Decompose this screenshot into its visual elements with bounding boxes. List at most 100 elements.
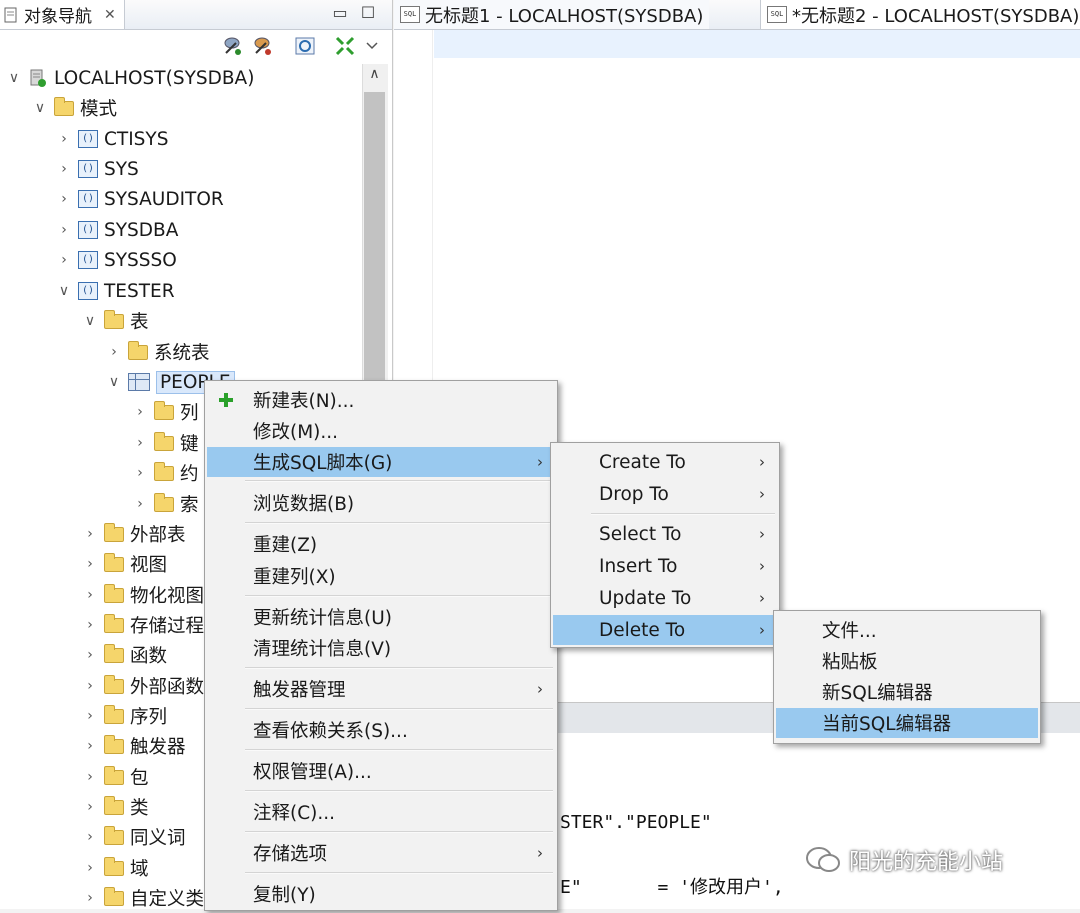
chevron-right-icon[interactable]: › bbox=[132, 404, 148, 420]
tree-node-keys[interactable]: › 键 bbox=[132, 428, 199, 458]
tree-node-folder[interactable]: › 触发器 bbox=[82, 731, 186, 761]
disconnect-icon[interactable] bbox=[252, 35, 274, 57]
refresh-icon[interactable] bbox=[294, 35, 316, 57]
connect-icon[interactable] bbox=[222, 35, 244, 57]
menu-item-update-to[interactable]: Update To › bbox=[553, 583, 777, 613]
chevron-right-icon[interactable]: › bbox=[82, 587, 98, 603]
tab-editor-2[interactable]: SQL *无标题2 - LOCALHOST(SYSDBA) bbox=[760, 0, 1080, 29]
menu-item-file[interactable]: 文件... bbox=[776, 615, 1038, 645]
tree-node-folder[interactable]: › 域 bbox=[82, 853, 149, 883]
tree-node-schemas[interactable]: ∨ 模式 bbox=[32, 93, 117, 123]
tree-node-schema-tester[interactable]: ∨ () TESTER bbox=[56, 276, 175, 306]
tree-node-folder[interactable]: › 序列 bbox=[82, 701, 167, 731]
maximize-icon[interactable]: ☐ bbox=[358, 3, 378, 23]
menu-item-storage-options[interactable]: 存储选项 › bbox=[207, 838, 555, 868]
view-menu-chevron-down-icon[interactable] bbox=[364, 35, 380, 57]
menu-item-permissions[interactable]: 权限管理(A)... bbox=[207, 756, 555, 786]
chevron-right-icon[interactable]: › bbox=[82, 769, 98, 785]
tree-node-schema[interactable]: › () SYSDBA bbox=[56, 215, 178, 245]
tree-node-folder[interactable]: › 视图 bbox=[82, 549, 167, 579]
collapse-all-icon[interactable] bbox=[334, 35, 356, 57]
menu-item-delete-to[interactable]: Delete To › bbox=[553, 615, 777, 645]
chevron-right-icon[interactable]: › bbox=[82, 890, 98, 906]
tree-node-folder[interactable]: › 物化视图 bbox=[82, 580, 204, 610]
chevron-right-icon[interactable]: › bbox=[82, 738, 98, 754]
chevron-right-icon[interactable]: › bbox=[132, 465, 148, 481]
menu-item-view-dependencies[interactable]: 查看依赖关系(S)... bbox=[207, 715, 555, 745]
menu-item-new-sql-editor[interactable]: 新SQL编辑器 bbox=[776, 677, 1038, 707]
tab-editor-1[interactable]: SQL 无标题1 - LOCALHOST(SYSDBA) bbox=[394, 0, 710, 29]
tree-node-folder[interactable]: › 外部表 bbox=[82, 519, 186, 549]
chevron-right-icon[interactable]: › bbox=[82, 829, 98, 845]
menu-item-browse-data[interactable]: 浏览数据(B) bbox=[207, 488, 555, 518]
tree-node-schema[interactable]: › () CTISYS bbox=[56, 124, 168, 154]
menu-item-label: 清理统计信息(V) bbox=[253, 639, 392, 660]
menu-item-clipboard[interactable]: 粘贴板 bbox=[776, 646, 1038, 676]
menu-item-current-sql-editor[interactable]: 当前SQL编辑器 bbox=[776, 708, 1038, 738]
menu-item-label: 当前SQL编辑器 bbox=[822, 714, 952, 735]
menu-item-label: 重建(Z) bbox=[253, 535, 318, 556]
minimize-icon[interactable]: ▭ bbox=[330, 3, 350, 23]
chevron-right-icon[interactable]: › bbox=[82, 799, 98, 815]
menu-item-rebuild[interactable]: 重建(Z) bbox=[207, 529, 555, 559]
tree-node-columns[interactable]: › 列 bbox=[132, 397, 199, 427]
chevron-right-icon[interactable]: › bbox=[82, 647, 98, 663]
tree-node-folder[interactable]: › 同义词 bbox=[82, 822, 186, 852]
folder-icon bbox=[104, 309, 124, 329]
editor-current-line bbox=[434, 30, 1080, 58]
chevron-right-icon[interactable]: › bbox=[82, 708, 98, 724]
menu-item-drop-to[interactable]: Drop To › bbox=[553, 479, 777, 509]
tree-node-folder[interactable]: › 函数 bbox=[82, 640, 167, 670]
chevron-right-icon[interactable]: › bbox=[132, 496, 148, 512]
menu-item-clear-stats[interactable]: 清理统计信息(V) bbox=[207, 633, 555, 663]
menu-item-trigger-management[interactable]: 触发器管理 › bbox=[207, 674, 555, 704]
chevron-right-icon[interactable]: › bbox=[82, 526, 98, 542]
close-icon[interactable]: ✕ bbox=[104, 7, 116, 23]
tree-node-indexes[interactable]: › 索 bbox=[132, 489, 199, 519]
menu-item-select-to[interactable]: Select To › bbox=[553, 519, 777, 549]
tree-node-folder[interactable]: › 外部函数 bbox=[82, 671, 204, 701]
tree-node-tables[interactable]: ∨ 表 bbox=[82, 306, 149, 336]
menu-item-insert-to[interactable]: Insert To › bbox=[553, 551, 777, 581]
menu-item-create-to[interactable]: Create To › bbox=[553, 447, 777, 477]
tree-node-root[interactable]: ∨ LOCALHOST(SYSDBA) bbox=[6, 63, 255, 93]
tab-object-navigator[interactable]: 对象导航 ✕ bbox=[0, 0, 125, 29]
chevron-right-icon[interactable]: › bbox=[106, 344, 122, 360]
chevron-right-icon[interactable]: › bbox=[82, 678, 98, 694]
chevron-down-icon[interactable]: ∨ bbox=[32, 100, 48, 116]
chevron-down-icon[interactable]: ∨ bbox=[6, 70, 22, 86]
menu-item-update-stats[interactable]: 更新统计信息(U) bbox=[207, 602, 555, 632]
tree-node-system-tables[interactable]: › 系统表 bbox=[106, 337, 210, 367]
tree-node-folder[interactable]: › 包 bbox=[82, 762, 149, 792]
chevron-right-icon: › bbox=[537, 844, 543, 862]
menu-item-new-table[interactable]: 新建表(N)... bbox=[207, 385, 555, 415]
chevron-right-icon[interactable]: › bbox=[82, 617, 98, 633]
menu-item-generate-sql[interactable]: 生成SQL脚本(G) › bbox=[207, 447, 555, 477]
tree-node-constraints[interactable]: › 约 bbox=[132, 458, 199, 488]
menu-item-comment[interactable]: 注释(C)... bbox=[207, 797, 555, 827]
chevron-right-icon[interactable]: › bbox=[82, 556, 98, 572]
chevron-right-icon: › bbox=[759, 485, 765, 503]
chevron-right-icon[interactable]: › bbox=[132, 435, 148, 451]
menu-item-label: 新建表(N)... bbox=[253, 391, 355, 412]
chevron-down-icon[interactable]: ∨ bbox=[56, 283, 72, 299]
chevron-right-icon[interactable]: › bbox=[56, 131, 72, 147]
chevron-right-icon[interactable]: › bbox=[56, 252, 72, 268]
tree-node-folder[interactable]: › 存储过程 bbox=[82, 610, 204, 640]
tree-node-schema[interactable]: › () SYSSSO bbox=[56, 245, 177, 275]
tree-node-folder[interactable]: › 类 bbox=[82, 792, 149, 822]
tree-node-schema[interactable]: › () SYSAUDITOR bbox=[56, 184, 224, 214]
chevron-right-icon[interactable]: › bbox=[56, 191, 72, 207]
chevron-right-icon[interactable]: › bbox=[56, 161, 72, 177]
tree-node-schema[interactable]: › () SYS bbox=[56, 154, 139, 184]
scroll-up-icon[interactable]: ∧ bbox=[364, 66, 385, 88]
chevron-down-icon[interactable]: ∨ bbox=[106, 374, 122, 390]
menu-separator bbox=[245, 480, 553, 482]
menu-item-copy[interactable]: 复制(Y) bbox=[207, 879, 555, 909]
menu-item-modify[interactable]: 修改(M)... bbox=[207, 416, 555, 446]
scrollbar-thumb[interactable] bbox=[364, 92, 385, 392]
chevron-right-icon[interactable]: › bbox=[56, 222, 72, 238]
menu-item-rebuild-columns[interactable]: 重建列(X) bbox=[207, 561, 555, 591]
chevron-right-icon[interactable]: › bbox=[82, 860, 98, 876]
chevron-down-icon[interactable]: ∨ bbox=[82, 313, 98, 329]
